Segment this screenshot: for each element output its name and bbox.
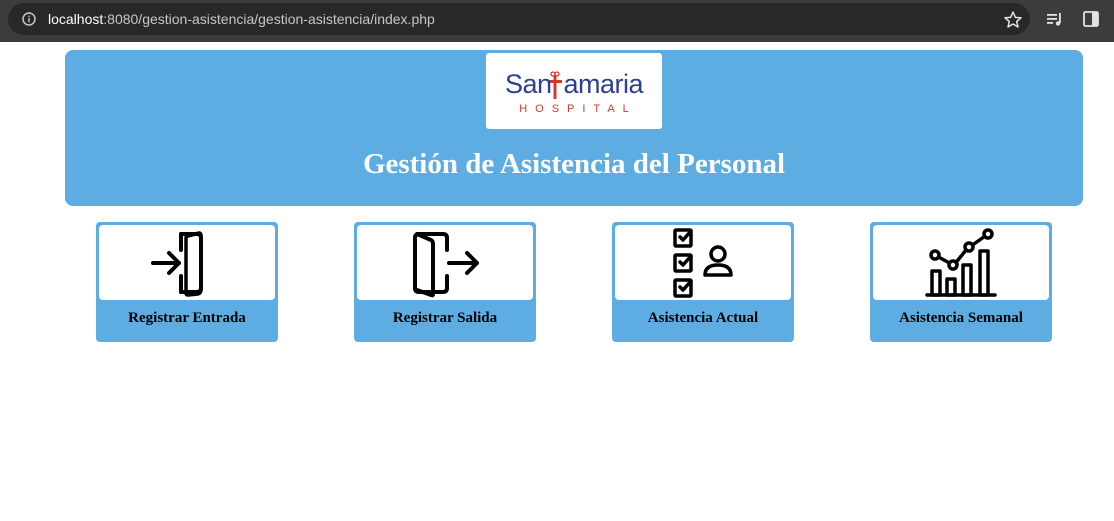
card-label: Asistencia Actual [647, 310, 759, 326]
card-icon-area [99, 225, 275, 300]
logo-word-left: San [504, 69, 552, 99]
browser-toolbar: localhost:8080/gestion-asistencia/gestio… [0, 0, 1114, 42]
hospital-logo: San amaria HOSPITAL [486, 53, 662, 129]
card-label: Registrar Entrada [128, 310, 246, 326]
checklist-person-icon [673, 227, 733, 298]
register-entry-button[interactable]: Registrar Entrada [96, 222, 278, 342]
card-icon-area [357, 225, 533, 300]
bookmark-star-icon[interactable] [1003, 10, 1023, 30]
weekly-attendance-button[interactable]: Asistencia Semanal [870, 222, 1052, 342]
url-path: :8080/gestion-asistencia/gestion-asisten… [103, 11, 435, 27]
card-icon-area [615, 225, 791, 300]
info-icon[interactable] [22, 12, 36, 26]
card-label: Asistencia Semanal [899, 310, 1023, 326]
bar-chart-trend-icon [925, 227, 997, 297]
exit-door-icon [413, 231, 479, 297]
current-attendance-button[interactable]: Asistencia Actual [612, 222, 794, 342]
register-exit-button[interactable]: Registrar Salida [354, 222, 536, 342]
side-panel-icon[interactable] [1082, 10, 1100, 28]
card-label: Registrar Salida [392, 310, 498, 326]
logo-wordmark: San amaria [486, 69, 662, 100]
enter-door-icon [151, 230, 203, 297]
logo-subtitle: HOSPITAL [519, 103, 637, 115]
logo-word-right: amaria [563, 69, 644, 99]
url-text[interactable]: localhost:8080/gestion-asistencia/gestio… [48, 3, 435, 35]
url-host: localhost [48, 11, 104, 27]
reading-list-icon[interactable] [1045, 10, 1065, 30]
page-title: Gestión de Asistencia del Personal [362, 148, 786, 180]
card-icon-area [873, 225, 1049, 300]
address-bar[interactable]: localhost:8080/gestion-asistencia/gestio… [8, 3, 1030, 35]
page-header: San amaria HOSPITAL Gestión de Asistencia… [65, 50, 1083, 206]
